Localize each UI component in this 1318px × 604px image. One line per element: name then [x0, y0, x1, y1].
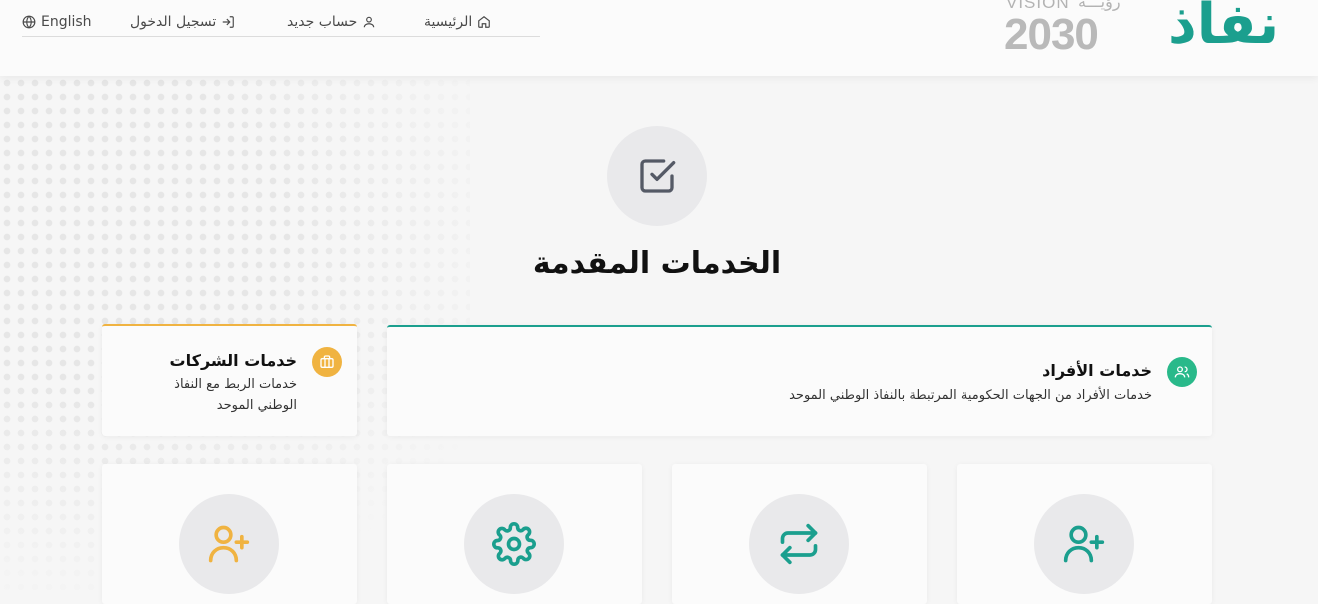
service-tile-add-business-user[interactable]: [102, 464, 357, 604]
services-hero-icon-circle: [607, 126, 707, 226]
home-label: الرئيسية: [424, 14, 473, 30]
companies-card-title: خدمات الشركات: [169, 351, 297, 370]
check-square-icon: [640, 159, 676, 193]
individuals-card-title: خدمات الأفراد: [1042, 361, 1152, 380]
login-link[interactable]: تسجيل الدخول: [130, 14, 235, 30]
nafath-logo[interactable]: نفاذ: [1168, 0, 1279, 57]
companies-services-card[interactable]: خدمات الشركات خدمات الربط مع النفاذ الوط…: [102, 324, 357, 436]
vision-2030-logo: VISION رؤيـــة 2030: [1004, 0, 1136, 59]
transfer-arrows-icon: [780, 523, 818, 565]
add-user-icon: [1063, 525, 1105, 563]
register-label: حساب جديد: [287, 14, 358, 30]
language-label: English: [41, 14, 92, 30]
companies-card-description: خدمات الربط مع النفاذ الوطني الموحد: [174, 377, 297, 413]
gear-icon: [492, 522, 536, 566]
vision-logo-year: 2030: [1004, 10, 1099, 59]
login-label: تسجيل الدخول: [130, 14, 217, 30]
register-link[interactable]: حساب جديد: [287, 14, 376, 30]
tile-icon-circle: [1034, 494, 1134, 594]
individuals-card-description: خدمات الأفراد من الجهات الحكومية المرتبط…: [789, 388, 1152, 403]
top-nav: English تسجيل الدخول حساب جديد الرئيسية: [22, 12, 540, 37]
login-icon: [223, 16, 235, 28]
individuals-services-card[interactable]: خدمات الأفراد خدمات الأفراد من الجهات ال…: [387, 325, 1212, 436]
tile-icon-circle: [464, 494, 564, 594]
home-icon: [478, 16, 491, 28]
add-user-icon: [208, 525, 250, 563]
globe-icon: [22, 15, 36, 29]
language-switch-link[interactable]: English: [22, 14, 92, 30]
users-icon: [1167, 357, 1197, 387]
service-tile-transfer[interactable]: [672, 464, 927, 604]
briefcase-icon: [312, 347, 342, 377]
top-header: English تسجيل الدخول حساب جديد الرئيسية …: [0, 0, 1318, 76]
tile-icon-circle: [179, 494, 279, 594]
service-tile-add-user[interactable]: [957, 464, 1212, 604]
tile-icon-circle: [749, 494, 849, 594]
page-title: الخدمات المقدمة: [532, 246, 782, 281]
user-icon: [364, 16, 375, 28]
service-tile-settings[interactable]: [387, 464, 642, 604]
home-link[interactable]: الرئيسية: [424, 14, 491, 30]
